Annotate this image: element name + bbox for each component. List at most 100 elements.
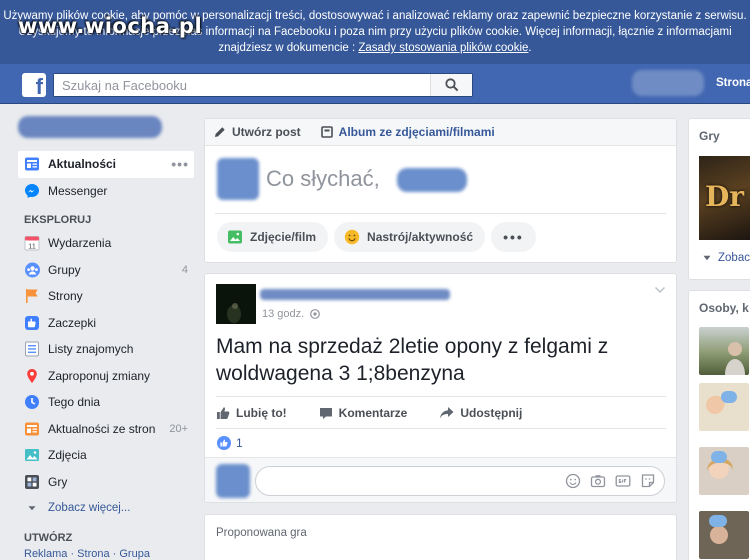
photo-video-button[interactable]: Zdjęcie/film bbox=[217, 222, 329, 252]
nav-label-messenger: Messenger bbox=[48, 183, 108, 198]
nav-item-events[interactable]: 11 Wydarzenia bbox=[18, 230, 194, 257]
photo-video-label: Zdjęcie/film bbox=[250, 230, 317, 244]
nav-label-pages: Strony bbox=[48, 289, 83, 304]
nav-label-on-this-day: Tego dnia bbox=[48, 395, 101, 410]
nav-item-groups[interactable]: Grupy 4 bbox=[18, 257, 194, 284]
person-photo[interactable] bbox=[699, 327, 749, 375]
nav-label-pages-feed: Aktualności ze stron bbox=[48, 421, 156, 436]
game-thumbnail-text: Dr bbox=[705, 180, 745, 213]
nav-item-see-more[interactable]: Zobacz więcej... bbox=[18, 495, 194, 522]
games-see-more-link[interactable]: Zobacz bbox=[703, 252, 750, 264]
post-body-text: Mam na sprzedaż 2letie opony z felgami z… bbox=[216, 335, 609, 385]
search-input[interactable] bbox=[54, 74, 430, 96]
smiley-icon bbox=[344, 229, 360, 245]
pages-feed-icon bbox=[23, 420, 41, 438]
games-sidebar-card: Gry Dr Zobacz bbox=[688, 118, 750, 280]
games-title: Gry bbox=[699, 129, 720, 143]
camera-icon[interactable] bbox=[590, 473, 606, 489]
post-action-bar: Lubię to! Komentarze Udostępnij bbox=[216, 396, 666, 429]
comment-button[interactable]: Komentarze bbox=[319, 405, 408, 420]
nav-item-messenger[interactable]: Messenger bbox=[18, 178, 194, 205]
explore-section-title: EKSPLORUJ bbox=[24, 214, 92, 226]
nav-item-games[interactable]: Gry bbox=[18, 469, 194, 496]
groups-count-badge: 4 bbox=[181, 263, 188, 276]
nav-label-groups: Grupy bbox=[48, 262, 81, 277]
search-icon bbox=[444, 78, 458, 92]
nav-item-pokes[interactable]: Zaczepki bbox=[18, 310, 194, 337]
nav-label-pokes: Zaczepki bbox=[48, 315, 97, 330]
post-author-name-redacted[interactable] bbox=[260, 289, 450, 300]
nav-item-photos[interactable]: Zdjęcia bbox=[18, 442, 194, 469]
person-photo[interactable] bbox=[699, 447, 749, 495]
photos-icon bbox=[23, 446, 41, 464]
chevron-down-icon bbox=[23, 499, 41, 517]
create-links[interactable]: Reklama · Strona · Grupa bbox=[18, 548, 194, 560]
tab-photo-album[interactable]: Album ze zdjęciami/filmami bbox=[320, 125, 495, 139]
tab-create-post-label: Utwórz post bbox=[232, 125, 301, 139]
photo-icon bbox=[228, 230, 242, 244]
reactions-summary[interactable]: 1 bbox=[217, 436, 243, 450]
tab-photo-album-label: Album ze zdjęciami/filmami bbox=[338, 125, 495, 139]
people-title: Osoby, k bbox=[699, 301, 749, 315]
comment-input[interactable] bbox=[256, 467, 546, 495]
share-button[interactable]: Udostępnij bbox=[439, 406, 522, 420]
sticker-icon[interactable] bbox=[640, 473, 656, 489]
user-name-redacted[interactable] bbox=[18, 116, 162, 138]
gif-icon[interactable] bbox=[615, 473, 631, 489]
nav-item-friend-lists[interactable]: Listy znajomych bbox=[18, 336, 194, 363]
nav-item-news-feed[interactable]: Aktualności ••• bbox=[18, 151, 194, 178]
profile-link[interactable]: Strona bbox=[716, 77, 750, 89]
nav-label-photos: Zdjęcia bbox=[48, 448, 87, 463]
composer-tabs: Utwórz post Album ze zdjęciami/filmami bbox=[205, 119, 676, 146]
on-this-day-icon bbox=[23, 393, 41, 411]
search-box[interactable] bbox=[53, 73, 473, 97]
nav-label-games: Gry bbox=[48, 474, 68, 489]
emoji-icon[interactable] bbox=[565, 473, 581, 489]
facebook-logo[interactable]: f bbox=[22, 73, 46, 97]
feeling-activity-button[interactable]: Nastrój/aktywność bbox=[334, 222, 486, 252]
top-navigation-bar: f Strona bbox=[0, 64, 750, 104]
composer-more-button[interactable]: ••• bbox=[491, 222, 536, 252]
like-button[interactable]: Lubię to! bbox=[216, 406, 287, 420]
post-timestamp[interactable]: 13 godz. bbox=[262, 308, 304, 320]
composer-actions: Zdjęcie/film Nastrój/aktywność ••• bbox=[205, 214, 676, 252]
nav-item-suggest-edits[interactable]: Zaproponuj zmiany bbox=[18, 363, 194, 390]
cookie-line-3-text: znajdziesz w dokumencie : bbox=[218, 42, 359, 54]
person-photo[interactable] bbox=[699, 511, 749, 559]
comment-section bbox=[205, 457, 676, 502]
post-author-avatar[interactable] bbox=[216, 284, 256, 324]
calendar-icon-day: 11 bbox=[28, 242, 36, 251]
search-button[interactable] bbox=[430, 74, 472, 96]
globe-icon bbox=[310, 309, 321, 319]
news-feed-icon bbox=[23, 155, 41, 173]
comment-field[interactable] bbox=[255, 466, 665, 496]
pencil-icon bbox=[215, 127, 225, 137]
nav-item-pages-feed[interactable]: Aktualności ze stron 20+ bbox=[18, 416, 194, 443]
comment-tools bbox=[556, 473, 656, 489]
album-icon bbox=[320, 126, 333, 138]
composer-input-area[interactable]: Co słychać, bbox=[215, 146, 666, 214]
composer-prompt[interactable]: Co słychać, bbox=[266, 166, 380, 192]
profile-name-redacted[interactable] bbox=[632, 70, 704, 96]
post-options-chevron-icon[interactable] bbox=[654, 286, 666, 294]
feeling-activity-label: Nastrój/aktywność bbox=[367, 230, 474, 244]
map-pin-icon bbox=[23, 367, 41, 385]
comment-icon bbox=[319, 407, 332, 419]
watermark: www.wiocha.pl bbox=[18, 14, 203, 38]
nav-item-on-this-day[interactable]: Tego dnia bbox=[18, 389, 194, 416]
nav-item-pages[interactable]: Strony bbox=[18, 283, 194, 310]
nav-label-news-feed: Aktualności bbox=[48, 157, 117, 172]
comment-label: Komentarze bbox=[338, 405, 408, 420]
commenter-avatar-redacted bbox=[216, 464, 250, 498]
calendar-icon: 11 bbox=[23, 234, 41, 252]
tab-create-post[interactable]: Utwórz post bbox=[214, 125, 301, 139]
nav-label-events: Wydarzenia bbox=[48, 236, 112, 251]
composer-name-redacted bbox=[397, 168, 467, 192]
person-photo[interactable] bbox=[699, 383, 749, 431]
share-label: Udostępnij bbox=[460, 405, 523, 420]
post-meta: 13 godz. bbox=[262, 308, 321, 320]
more-options-icon[interactable]: ••• bbox=[171, 156, 189, 172]
game-thumbnail[interactable]: Dr bbox=[699, 156, 750, 240]
cookie-policy-link[interactable]: Zasady stosowania plików cookie bbox=[358, 42, 528, 54]
see-more-link[interactable]: Zobacz więcej... bbox=[48, 502, 130, 514]
